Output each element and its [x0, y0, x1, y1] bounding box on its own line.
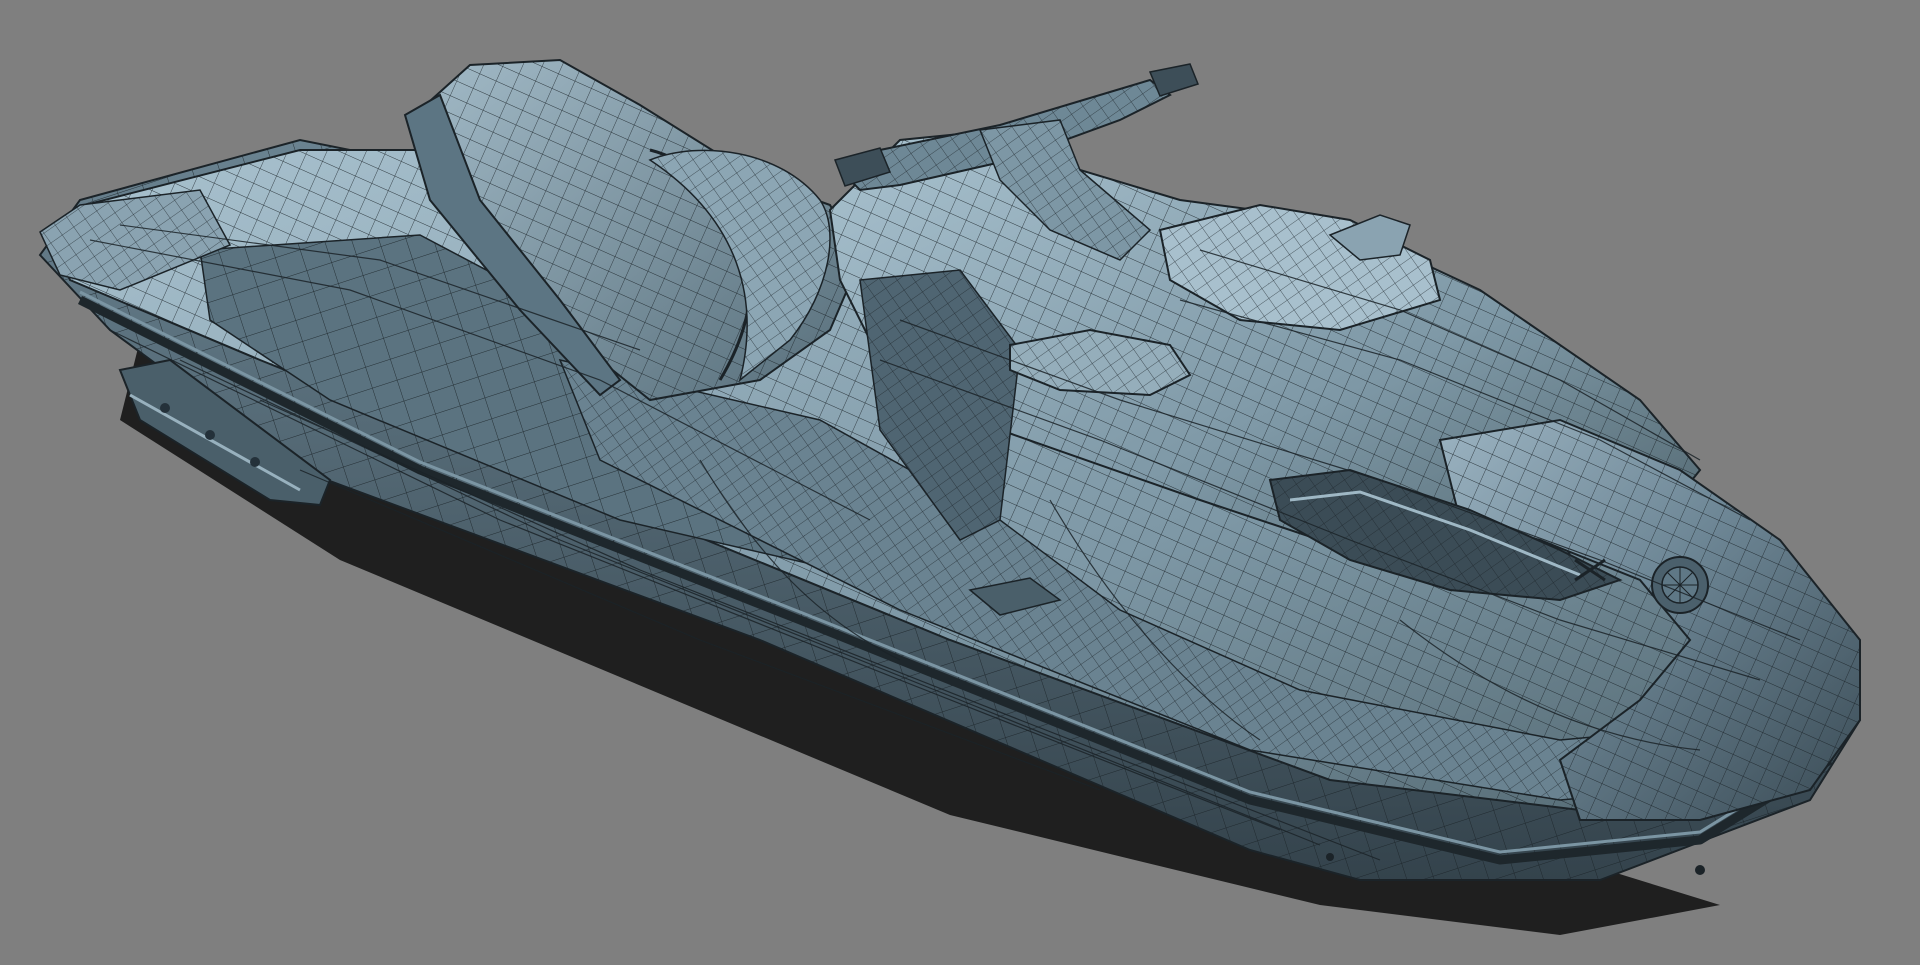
bow-tow-eye — [1695, 865, 1705, 875]
3d-viewport[interactable] — [0, 0, 1920, 965]
jet-ski-wireframe-model[interactable] — [0, 0, 1920, 965]
right-grip — [1148, 63, 1199, 97]
front-badge-icon — [1651, 556, 1709, 614]
hull-drain-plug — [1326, 853, 1334, 861]
